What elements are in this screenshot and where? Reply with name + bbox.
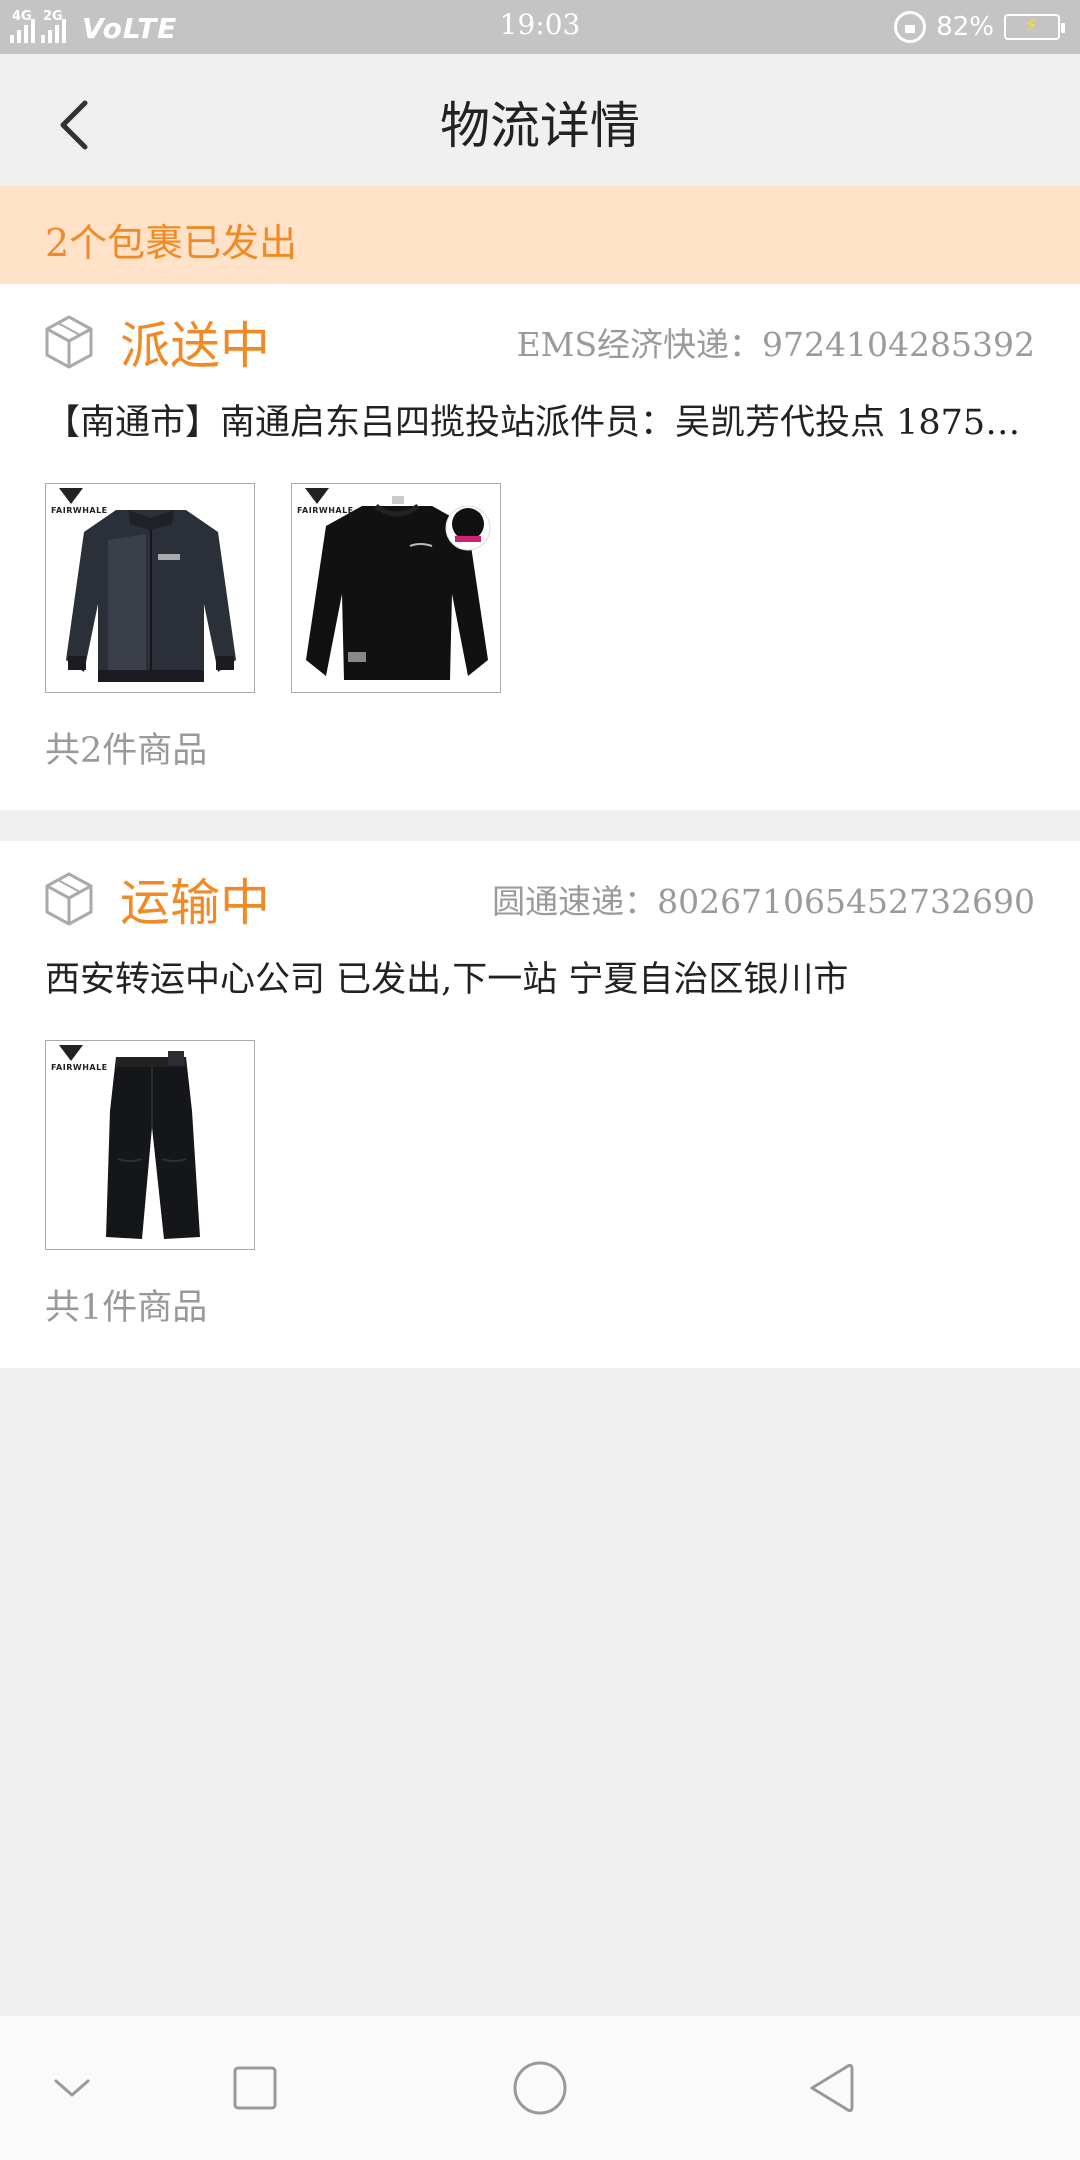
system-nav-bar [0,2016,1080,2160]
chevron-down-icon [54,2079,90,2097]
tracking-number[interactable]: 圆通速递：802671065452732690 [492,875,1035,923]
charging-icon: ⚡ [1024,13,1039,37]
nav-home-button[interactable] [500,2048,580,2128]
package-card-2[interactable]: 运输中 圆通速递：802671065452732690 西安转运中心公司 已发出… [0,841,1080,1368]
battery-percent: 82% [936,12,994,42]
square-icon [233,2066,277,2110]
product-thumb-jacket[interactable]: FAIRWHALE [45,483,255,693]
package-status: 运输中 [120,874,270,932]
shipment-notice: 2个包裹已发出 [0,186,1080,284]
package-box-icon [45,315,93,369]
brand-logo: FAIRWHALE [51,488,111,515]
pants-image [106,1051,200,1239]
nav-hide-button[interactable] [32,2048,112,2128]
battery-icon: ⚡ [1004,13,1065,40]
status-right: 82% ⚡ [894,8,1065,46]
product-thumb-sweatshirt[interactable]: FAIRWHALE [291,483,501,693]
tracking-description: 【南通市】南通启东吕四揽投站派件员：吴凯芳代投点 18751234567 [45,403,1035,443]
tracking-number[interactable]: EMS经济快递：9724104285392 [517,318,1035,366]
item-count: 共2件商品 [45,731,208,771]
item-count: 共1件商品 [45,1288,208,1328]
brand-logo: FAIRWHALE [297,488,357,515]
rotation-lock-icon [894,11,927,43]
product-thumbnails: FAIRWHALE [45,1040,255,1250]
jacket-image [66,510,236,682]
brand-logo: FAIRWHALE [51,1045,111,1072]
notice-text: 2个包裹已发出 [45,221,298,265]
circle-icon [513,2061,567,2115]
package-card-1[interactable]: 派送中 EMS经济快递：9724104285392 【南通市】南通启东吕四揽投站… [0,284,1080,810]
package-box-icon [45,872,93,926]
product-thumbnails: FAIRWHALE FAIRWHALE [45,483,501,693]
header: 物流详情 [0,54,1080,186]
package-status: 派送中 [120,317,270,375]
status-bar: 4G 2G VoLTE 19:03 82% ⚡ [0,0,1080,54]
page-title: 物流详情 [440,97,640,155]
nav-recents-button[interactable] [215,2048,295,2128]
sweatshirt-image [306,496,491,680]
product-thumb-pants[interactable]: FAIRWHALE [45,1040,255,1250]
nav-back-button[interactable] [790,2048,870,2128]
triangle-back-icon [810,2063,854,2113]
tracking-description: 西安转运中心公司 已发出,下一站 宁夏自治区银川市 [45,960,849,1000]
